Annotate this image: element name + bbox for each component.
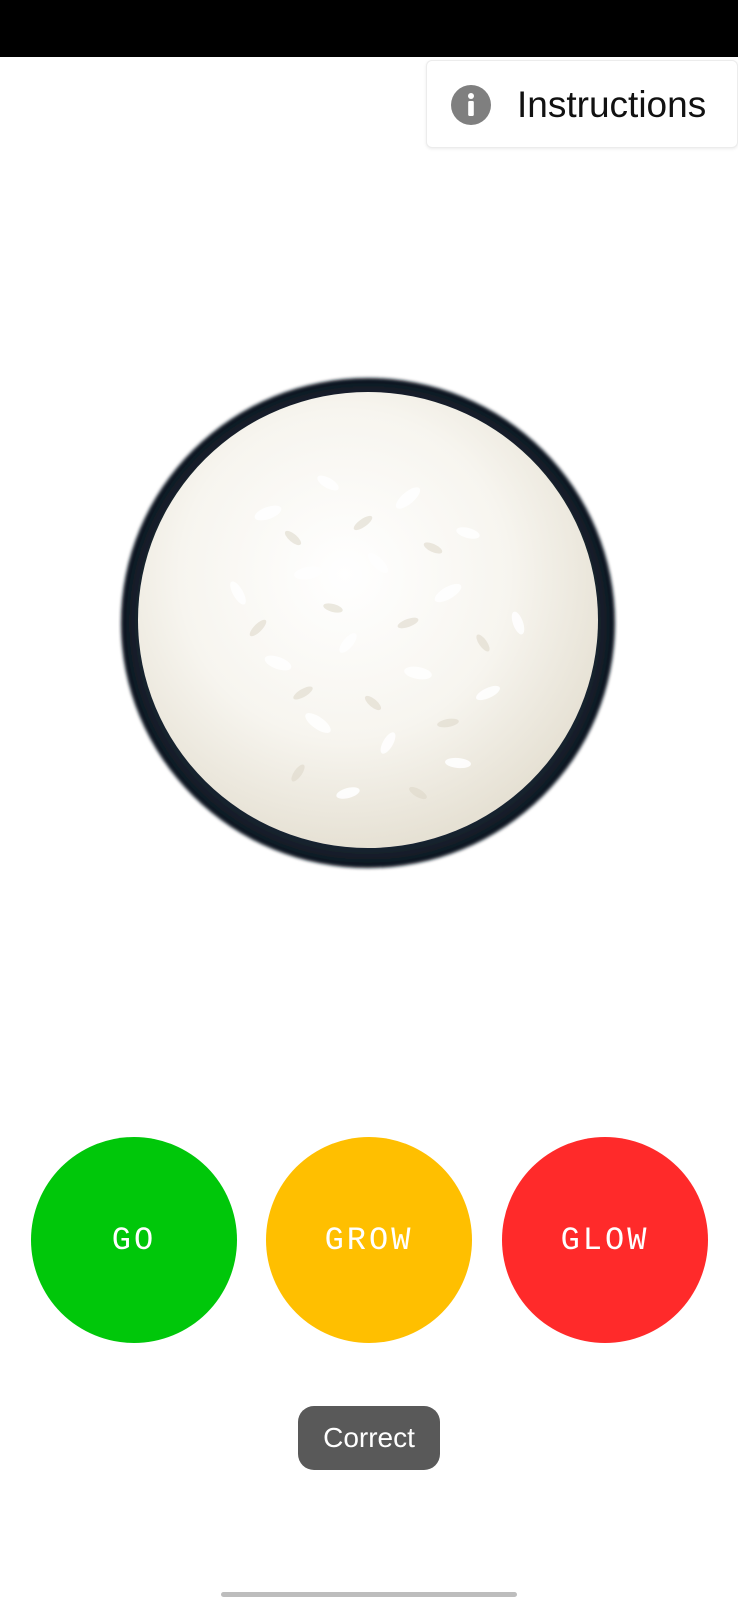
glow-label: GLOW [560,1221,650,1259]
grow-button[interactable]: GROW [266,1137,472,1343]
grow-label: GROW [324,1221,414,1259]
rice-bowl-image [118,373,618,873]
status-bar [0,0,738,57]
go-button[interactable]: GO [31,1137,237,1343]
feedback-text: Correct [323,1422,415,1453]
instructions-button[interactable]: Instructions [426,60,738,148]
go-label: GO [111,1221,157,1259]
instructions-label: Instructions [517,84,707,125]
feedback-toast: Correct [298,1406,440,1470]
home-indicator[interactable] [221,1592,517,1597]
info-icon [451,85,491,125]
glow-button[interactable]: GLOW [502,1137,708,1343]
